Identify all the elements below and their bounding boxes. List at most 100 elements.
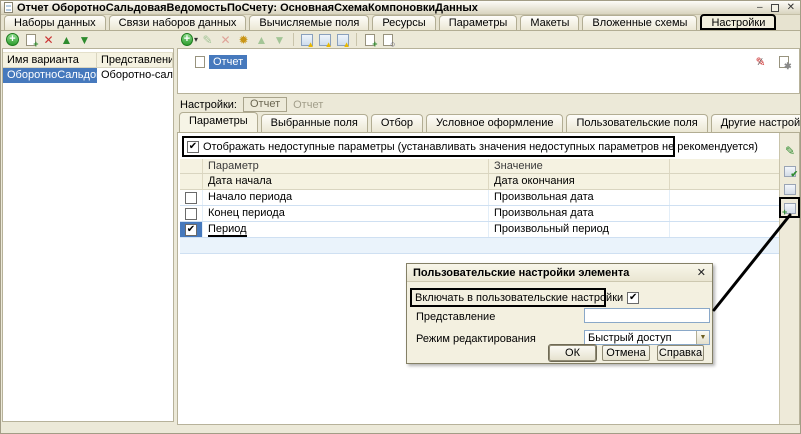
variant-row[interactable]: ОборотноСальдов... Оборотно-сальдо... bbox=[3, 68, 173, 83]
tab-resources[interactable]: Ресурсы bbox=[372, 15, 435, 30]
tab-data-set-links[interactable]: Связи наборов данных bbox=[109, 15, 247, 30]
structure-toolbar: +▾ ✎ ✕ ✹ ▲ ▼ ▲ ▲ ▲ + ○ bbox=[177, 31, 397, 48]
set-value-icon[interactable]: ✔ bbox=[783, 164, 797, 178]
variants-header: Имя варианта Представление bbox=[3, 52, 173, 68]
period-underline-annotation: Период bbox=[208, 223, 247, 237]
value-cell[interactable]: Произвольная дата bbox=[489, 206, 670, 221]
variant-name-cell[interactable]: ОборотноСальдов... bbox=[3, 68, 97, 83]
restore-icon[interactable] bbox=[771, 4, 779, 12]
presentation-input[interactable] bbox=[584, 308, 710, 323]
tree-item-report[interactable]: Отчет bbox=[195, 55, 247, 69]
close-icon[interactable]: ✕ bbox=[787, 3, 795, 13]
show-unavailable-checkbox[interactable]: ✔ bbox=[187, 141, 199, 153]
tab-selected-fields[interactable]: Выбранные поля bbox=[261, 114, 368, 132]
tab-nested-schemas[interactable]: Вложенные схемы bbox=[582, 15, 697, 30]
tree-item-label[interactable]: Отчет bbox=[209, 55, 247, 69]
tab-data-sets[interactable]: Наборы данных bbox=[4, 15, 106, 30]
dialog-close-icon[interactable]: ✕ bbox=[697, 266, 706, 279]
variants-toolbar: + + ✕ ▲ ▼ bbox=[1, 31, 177, 48]
window-icon bbox=[4, 2, 13, 13]
value-cell[interactable]: Произвольная дата bbox=[489, 190, 670, 205]
include-checkbox[interactable]: ✔ bbox=[627, 292, 639, 304]
table-row[interactable]: Начало периода Произвольная дата bbox=[180, 190, 781, 206]
help-button[interactable]: Справка bbox=[657, 345, 704, 361]
group-value-cell[interactable]: Дата окончания bbox=[489, 174, 670, 189]
add-schema-icon[interactable]: + bbox=[361, 32, 378, 48]
cancel-button[interactable]: Отмена bbox=[602, 345, 650, 361]
chevron-down-icon[interactable]: ▼ bbox=[696, 331, 709, 344]
wand-icon[interactable]: ✹ bbox=[235, 32, 252, 48]
variant-presentation-cell[interactable]: Оборотно-сальдо... bbox=[97, 68, 173, 83]
param-cell[interactable]: Период bbox=[203, 222, 489, 237]
table-header: Параметр Значение bbox=[180, 159, 781, 174]
param-cell[interactable]: Конец периода bbox=[203, 206, 489, 221]
title-bar: Отчет ОборотноСальдоваяВедомостьПоСчету:… bbox=[1, 1, 801, 15]
tab-templates[interactable]: Макеты bbox=[520, 15, 579, 30]
edit-mode-value: Быстрый доступ bbox=[585, 332, 696, 344]
table-row-period[interactable]: ✔ Период Произвольный период bbox=[180, 222, 781, 238]
page-settings-icon[interactable]: ✱ bbox=[775, 54, 792, 70]
report-settings-icon-1[interactable]: ▲ bbox=[298, 32, 315, 48]
column-presentation: Представление bbox=[97, 53, 173, 67]
minimize-icon[interactable]: – bbox=[757, 3, 763, 13]
group-param-cell[interactable]: Дата начала bbox=[203, 174, 489, 189]
edit-parameter-icon[interactable]: ✎ bbox=[783, 144, 797, 158]
ok-button[interactable]: ОК bbox=[549, 345, 596, 361]
report-button[interactable]: Отчет bbox=[243, 97, 287, 112]
clear-value-icon[interactable] bbox=[783, 182, 797, 196]
include-label: Включать в пользовательские настройки bbox=[412, 292, 623, 304]
column-parameter: Параметр bbox=[203, 159, 489, 173]
report-designer-window: Отчет ОборотноСальдоваяВедомостьПоСчету:… bbox=[0, 0, 801, 434]
add-item-icon[interactable]: +▾ bbox=[181, 32, 198, 48]
clear-appearance-icon[interactable]: ✎∕ bbox=[752, 54, 769, 70]
column-name: Имя варианта bbox=[3, 53, 97, 67]
user-settings-dialog: Пользовательские настройки элемента ✕ Вк… bbox=[406, 263, 713, 364]
tab-settings[interactable]: Настройки bbox=[700, 14, 776, 30]
table-empty-row[interactable] bbox=[180, 238, 781, 254]
row-checkbox[interactable] bbox=[185, 192, 197, 204]
delete-item-icon[interactable]: ✕ bbox=[217, 32, 234, 48]
param-cell[interactable]: Начало периода bbox=[203, 190, 489, 205]
toolbar-separator bbox=[293, 33, 294, 46]
edit-mode-select[interactable]: Быстрый доступ ▼ bbox=[584, 330, 710, 345]
table-group-row[interactable]: Дата начала Дата окончания bbox=[180, 174, 781, 190]
row-checkbox[interactable]: ✔ bbox=[185, 224, 197, 236]
tab-calculated-fields[interactable]: Вычисляемые поля bbox=[249, 15, 369, 30]
tab-other-settings[interactable]: Другие настройки bbox=[711, 114, 801, 132]
structure-tree-panel: Отчет ✎∕ ✱ bbox=[177, 48, 800, 94]
variants-panel: Имя варианта Представление ОборотноСальд… bbox=[2, 48, 174, 422]
move-item-up-icon[interactable]: ▲ bbox=[253, 32, 270, 48]
dialog-title: Пользовательские настройки элемента bbox=[413, 267, 629, 279]
move-variant-up-icon[interactable]: ▲ bbox=[58, 32, 75, 48]
user-settings-icon-annotation bbox=[779, 197, 800, 218]
move-variant-down-icon[interactable]: ▼ bbox=[76, 32, 93, 48]
delete-variant-icon[interactable]: ✕ bbox=[40, 32, 57, 48]
show-unavailable-annotation: ✔ Отображать недоступные параметры (уста… bbox=[182, 136, 675, 157]
row-checkbox[interactable] bbox=[185, 208, 197, 220]
parameters-table: Параметр Значение Дата начала Дата оконч… bbox=[180, 159, 781, 254]
presentation-label: Представление bbox=[416, 311, 495, 323]
table-row[interactable]: Конец периода Произвольная дата bbox=[180, 206, 781, 222]
edit-item-icon[interactable]: ✎ bbox=[199, 32, 216, 48]
value-cell[interactable]: Произвольный период bbox=[489, 222, 670, 237]
move-item-down-icon[interactable]: ▼ bbox=[271, 32, 288, 48]
settings-label: Настройки: bbox=[180, 99, 237, 111]
copy-variant-icon[interactable]: + bbox=[22, 32, 39, 48]
view-schema-icon[interactable]: ○ bbox=[379, 32, 396, 48]
add-variant-icon[interactable]: + bbox=[4, 32, 21, 48]
report-settings-icon-2[interactable]: ▲ bbox=[316, 32, 333, 48]
tab-user-fields[interactable]: Пользовательские поля bbox=[566, 114, 707, 132]
edit-mode-label: Режим редактирования bbox=[416, 333, 536, 345]
report-settings-icon-3[interactable]: ▲ bbox=[334, 32, 351, 48]
tab-conditional-appearance[interactable]: Условное оформление bbox=[426, 114, 563, 132]
tab-parameters-inner[interactable]: Параметры bbox=[179, 112, 258, 132]
tab-filter[interactable]: Отбор bbox=[371, 114, 423, 132]
settings-tab-bar: Параметры Выбранные поля Отбор Условное … bbox=[177, 113, 800, 133]
toolbar-separator bbox=[356, 33, 357, 46]
tab-parameters[interactable]: Параметры bbox=[439, 15, 518, 30]
dialog-title-bar: Пользовательские настройки элемента ✕ bbox=[407, 264, 712, 282]
document-icon bbox=[195, 56, 205, 68]
report-secondary-label: Отчет bbox=[293, 99, 323, 111]
main-tab-bar: Наборы данных Связи наборов данных Вычис… bbox=[1, 15, 801, 31]
settings-header-row: Настройки: Отчет Отчет bbox=[177, 96, 800, 113]
